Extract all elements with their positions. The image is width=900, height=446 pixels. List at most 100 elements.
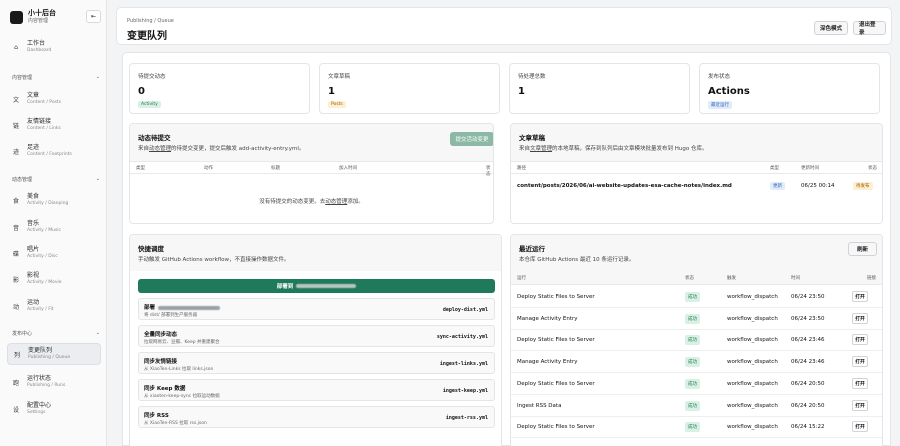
logout-button[interactable]: 退出登录 — [853, 21, 886, 36]
sidebar-item-posts[interactable]: 文 文章 Content / Posts — [7, 88, 101, 110]
sidebar-item-music[interactable]: 音 音乐 Activity / Music — [7, 216, 101, 238]
table-header: 运行 状态 触发 时间 链接 — [511, 271, 882, 285]
activity-manage-link[interactable]: 动态管理 — [149, 146, 171, 152]
sidebar-item-sub: Settings — [27, 410, 46, 415]
refresh-button[interactable]: 刷新 — [848, 242, 877, 256]
dispatch-item-rss[interactable]: 同步 RSS 从 XiaoTen-RSS 拉取 rss.json ingest-… — [138, 406, 495, 428]
open-run-button[interactable]: 打开 — [852, 377, 868, 389]
sidebar-item-label: 变更队列 — [28, 347, 53, 354]
status-badge: 待发布 — [853, 182, 873, 190]
sidebar-item-sub: Activity / Disc — [27, 254, 58, 259]
run-name: Deploy Static Files to Server — [517, 337, 595, 344]
panel-description: 来自动态管理的待提交变更，提交后触发 add-activity-entry.ym… — [138, 144, 304, 152]
stat-title: 待提交动态 — [138, 74, 166, 80]
sidebar-item-queue[interactable]: 列 变更队列 Publishing / Queue — [7, 343, 101, 365]
dispatch-item-links[interactable]: 同步友情链接 从 XiaoTen-Links 拉取 links.json ing… — [138, 352, 495, 374]
column-header: 加入时间 — [339, 166, 357, 171]
open-run-button[interactable]: 打开 — [852, 312, 868, 324]
redacted-text — [296, 284, 357, 288]
run-time: 06/24 23:46 — [791, 337, 825, 344]
run-time: 06/24 23:50 — [791, 294, 825, 300]
section-content[interactable]: 内容管理 ⌄ — [12, 74, 100, 81]
deploy-label: 部署到 — [276, 284, 294, 290]
sidebar-item-label: 唱片 — [27, 246, 40, 253]
section-activity[interactable]: 动态管理 ⌄ — [12, 176, 100, 183]
brand-logo — [10, 10, 23, 24]
column-header: 状态 — [486, 166, 491, 177]
submit-activity-button[interactable]: 提交活动变更 — [450, 132, 493, 146]
sidebar-item-label: 音乐 — [27, 220, 40, 227]
home-icon: ⌂ — [14, 43, 18, 51]
sidebar-item-label: 美食 — [27, 193, 40, 200]
column-header: 路径 — [517, 166, 526, 171]
table-header: 路径 类型 更新时间 状态 — [511, 162, 882, 174]
dispatch-item-deploy[interactable]: 部署 将 dist/ 部署到生产服务器 deploy-dist.yml — [138, 298, 495, 320]
food-icon: 食 — [12, 197, 19, 205]
dispatch-subtitle: 从 XiaoTen-Links 拉取 links.json — [144, 367, 214, 372]
table-row: Manage Activity Entry 成功 workflow_dispatch… — [511, 351, 882, 374]
settings-icon: 设 — [12, 406, 19, 414]
column-header: 链接 — [867, 276, 876, 281]
brand-name: 小十后台 — [28, 9, 56, 17]
sidebar-item-links[interactable]: 链 友情链接 Content / Links — [7, 114, 101, 136]
sidebar-item-sub: Activity / Dianping — [27, 201, 69, 206]
empty-state: 没有待提交的动态变更。去动态管理添加。 — [130, 197, 493, 205]
empty-text: 没有待提交的动态变更。去 — [259, 199, 326, 205]
column-header: 类型 — [136, 166, 145, 171]
sidebar-item-movie[interactable]: 影 影视 Activity / Movie — [7, 268, 101, 290]
panel-description: 本仓库 GitHub Actions 最近 10 条运行记录。 — [519, 257, 635, 263]
sidebar-item-dashboard[interactable]: ⌂ 工作台 Dashboard — [7, 36, 101, 58]
sidebar-item-settings[interactable]: 设 配置中心 Settings — [7, 398, 101, 420]
section-publishing[interactable]: 发布中心 ⌄ — [12, 330, 100, 337]
run-name: Manage Activity Entry — [517, 315, 578, 322]
main-content: 待提交动态 0 Activity 文章草稿 1 Posts 待处理总数 1 发布… — [122, 52, 891, 446]
table-row[interactable]: content/posts/2026/06/ai-website-updates… — [511, 175, 882, 199]
open-run-button[interactable]: 打开 — [852, 291, 868, 302]
table-header: 类型 动作 标题 加入时间 状态 — [130, 162, 493, 177]
updated-time: 06/25 00:14 — [801, 183, 835, 189]
empty-activity-link[interactable]: 动态管理 — [325, 199, 347, 205]
open-run-button[interactable]: 打开 — [852, 356, 868, 368]
open-run-button[interactable]: 打开 — [852, 421, 868, 433]
workflow-file: ingest-links.yml — [439, 361, 488, 367]
run-time: 06/24 20:50 — [791, 402, 825, 409]
open-run-button[interactable]: 打开 — [852, 334, 868, 346]
run-name: Deploy Static Files to Server — [517, 294, 595, 300]
quick-dispatch-panel: 快捷调度 手动触发 GitHub Actions workflow，不直接操作数… — [129, 234, 502, 446]
dispatch-item-keep[interactable]: 同步 Keep 数据 从 xiaoten-keep-sync 拉取运动数据 in… — [138, 379, 495, 401]
movie-icon: 影 — [12, 276, 19, 284]
stat-value: 1 — [328, 86, 335, 97]
panel-description: 手动触发 GitHub Actions workflow，不直接操作数据文件。 — [138, 257, 290, 263]
workflow-file: sync-activity.yml — [436, 334, 488, 340]
run-trigger: workflow_dispatch — [727, 315, 778, 322]
sidebar-item-sub: Activity / Music — [27, 228, 62, 233]
column-header: 更新时间 — [801, 166, 819, 171]
dispatch-item-sync-activity[interactable]: 全量同步动态 拉取网易云、豆瓣、Keep 并重建聚合 sync-activity… — [138, 325, 495, 347]
dark-mode-button[interactable]: 深色模式 — [814, 21, 848, 35]
chevron-down-icon: ⌄ — [95, 74, 100, 80]
sidebar-item-fit[interactable]: 动 运动 Activity / Fit — [7, 295, 101, 317]
posts-icon: 文 — [12, 96, 19, 104]
panel-title: 快捷调度 — [138, 245, 164, 253]
post-manage-link[interactable]: 文章管理 — [530, 146, 552, 152]
collapse-icon: ⇤ — [90, 13, 97, 20]
sidebar-item-disc[interactable]: 碟 唱片 Activity / Disc — [7, 242, 101, 264]
dispatch-subtitle: 将 dist/ 部署到生产服务器 — [144, 313, 198, 318]
run-time: 06/24 23:50 — [791, 315, 825, 322]
column-header: 状态 — [685, 276, 694, 281]
sidebar-item-sub: Content / Posts — [27, 100, 62, 105]
open-run-button[interactable]: 打开 — [852, 399, 868, 411]
deploy-button[interactable]: 部署到 — [138, 279, 495, 293]
sidebar-item-runs[interactable]: 跑 运行状态 Publishing / Runs — [7, 371, 101, 393]
stat-card-activity: 待提交动态 0 Activity — [129, 63, 310, 114]
sidebar-item-footprints[interactable]: 迹 足迹 Content / Footprints — [7, 140, 101, 162]
brand-subtitle: 内容管理 — [28, 18, 49, 24]
dispatch-title: 全量同步动态 — [144, 332, 178, 338]
sidebar-collapse-button[interactable]: ⇤ — [86, 10, 101, 23]
sidebar-item-dianping[interactable]: 食 美食 Activity / Dianping — [7, 189, 101, 211]
sidebar-item-sub: Activity / Movie — [27, 280, 62, 285]
dispatch-title: 同步友情链接 — [144, 359, 178, 365]
workflow-file: ingest-keep.yml — [442, 388, 488, 394]
section-label: 发布中心 — [12, 331, 33, 337]
sidebar-item-label: 配置中心 — [27, 402, 52, 409]
